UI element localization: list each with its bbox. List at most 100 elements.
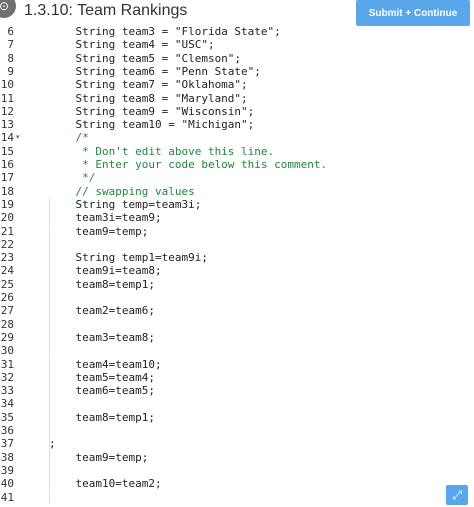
code-line[interactable]: 32 team5=team4; bbox=[0, 370, 474, 385]
code-text[interactable]: String team10 = "Michigan"; bbox=[49, 118, 254, 131]
code-line[interactable]: 7 String team4 = "USC"; bbox=[0, 38, 474, 51]
indent-guide bbox=[49, 344, 50, 358]
code-text[interactable]: team10=team2; bbox=[49, 477, 161, 490]
code-line[interactable]: 38 team9=temp; bbox=[0, 450, 474, 464]
code-line[interactable]: 23 String temp1=team9i; bbox=[0, 251, 474, 265]
fold-toggle-icon[interactable]: ▾ bbox=[16, 131, 20, 144]
title-bar: ⊙ 1.3.10: Team Rankings Submit + Continu… bbox=[0, 0, 474, 26]
code-line[interactable]: 8 String team5 = "Clemson"; bbox=[0, 52, 474, 65]
indent-guide bbox=[49, 490, 50, 504]
code-text[interactable]: team8=temp1; bbox=[49, 411, 154, 424]
code-text[interactable]: team2=team6; bbox=[49, 304, 154, 317]
line-number: 16 bbox=[0, 158, 14, 171]
line-number: 32 bbox=[0, 370, 14, 384]
code-line[interactable]: 33 team6=team5; bbox=[0, 384, 474, 398]
code-text[interactable]: String team6 = "Penn State"; bbox=[49, 65, 260, 78]
code-text[interactable]: * Don't edit above this line. bbox=[49, 145, 274, 158]
code-line[interactable]: 16 * Enter your code below this comment. bbox=[0, 158, 474, 171]
line-number: 37 bbox=[0, 437, 14, 451]
code-line[interactable]: 21 team9=temp; bbox=[0, 224, 474, 238]
code-text[interactable]: */ bbox=[49, 171, 95, 184]
line-number: 31 bbox=[0, 357, 14, 371]
code-text[interactable]: team9=temp; bbox=[49, 451, 148, 464]
code-line[interactable]: 9 String team6 = "Penn State"; bbox=[0, 65, 474, 78]
line-number: 6 bbox=[7, 26, 14, 38]
code-line[interactable]: 36 bbox=[0, 424, 474, 438]
code-line[interactable]: 13 String team10 = "Michigan"; bbox=[0, 118, 474, 131]
code-text[interactable]: team6=team5; bbox=[49, 384, 154, 397]
code-line[interactable]: 10 String team7 = "Oklahoma"; bbox=[0, 78, 474, 91]
code-text[interactable]: team8=temp1; bbox=[49, 278, 154, 291]
line-number: 35 bbox=[0, 410, 14, 424]
indent-guide bbox=[49, 424, 50, 438]
code-line[interactable]: 25 team8=temp1; bbox=[0, 277, 474, 291]
code-line[interactable]: 34 bbox=[0, 397, 474, 411]
line-number: 13 bbox=[0, 118, 14, 132]
code-text[interactable]: team3i=team9; bbox=[49, 211, 161, 224]
line-number: 22 bbox=[0, 237, 14, 251]
indent-guide bbox=[49, 463, 50, 478]
code-line[interactable]: 6 String team3 = "Florida State"; bbox=[0, 26, 474, 38]
code-text[interactable]: String team4 = "USC"; bbox=[49, 38, 214, 51]
code-line[interactable]: 27 team2=team6; bbox=[0, 304, 474, 318]
code-text[interactable]: team9=temp; bbox=[49, 225, 148, 238]
code-line[interactable]: 29 team3=team8; bbox=[0, 330, 474, 345]
code-text[interactable]: ; bbox=[49, 437, 56, 450]
line-number: 15 bbox=[0, 144, 14, 158]
line-number: 39 bbox=[0, 463, 14, 477]
expand-editor-icon[interactable]: ⤢ bbox=[446, 485, 468, 505]
code-text[interactable]: team9i=team8; bbox=[49, 264, 161, 277]
code-text[interactable]: team5=team4; bbox=[49, 371, 154, 384]
code-line[interactable]: 15 * Don't edit above this line. bbox=[0, 145, 474, 158]
code-text[interactable]: String team7 = "Oklahoma"; bbox=[49, 78, 247, 91]
code-line[interactable]: 14 ▾ /* bbox=[0, 131, 474, 144]
line-number: 25 bbox=[0, 277, 14, 291]
code-line[interactable]: 28 bbox=[0, 317, 474, 331]
code-text[interactable]: String team3 = "Florida State"; bbox=[49, 26, 280, 38]
code-line[interactable]: 17 */ bbox=[0, 171, 474, 184]
line-number: 36 bbox=[0, 424, 14, 437]
code-text[interactable]: /* bbox=[49, 131, 88, 144]
course-logo-icon: ⊙ bbox=[0, 0, 16, 18]
line-number: 33 bbox=[0, 384, 14, 398]
code-line[interactable]: 24 team9i=team8; bbox=[0, 264, 474, 278]
code-editor[interactable]: 6 String team3 = "Florida State"; 7 Strin… bbox=[0, 26, 474, 507]
code-line[interactable]: 30 bbox=[0, 344, 474, 358]
line-number: 7 bbox=[7, 38, 14, 52]
line-number: 27 bbox=[0, 304, 14, 318]
line-number: 34 bbox=[0, 397, 14, 411]
code-text[interactable]: String temp=team3i; bbox=[49, 198, 201, 211]
code-line[interactable]: 39 bbox=[0, 463, 474, 478]
line-number: 19 bbox=[0, 197, 14, 211]
line-number: 29 bbox=[0, 330, 14, 344]
code-line[interactable]: 11 String team8 = "Maryland"; bbox=[0, 92, 474, 105]
code-line[interactable]: 19 String temp=team3i; bbox=[0, 197, 474, 212]
line-number: 23 bbox=[0, 251, 14, 265]
code-line[interactable]: 37; bbox=[0, 437, 474, 451]
code-text[interactable]: // swapping values bbox=[49, 185, 194, 198]
code-line[interactable]: 20 team3i=team9; bbox=[0, 211, 474, 225]
code-text[interactable]: team3=team8; bbox=[49, 331, 154, 344]
code-line[interactable]: 35 team8=temp1; bbox=[0, 410, 474, 424]
line-number: 24 bbox=[0, 264, 14, 278]
code-line[interactable]: 18 // swapping values bbox=[0, 185, 474, 198]
line-number: 17 bbox=[0, 171, 14, 185]
code-text[interactable]: team4=team10; bbox=[49, 358, 161, 371]
code-text[interactable]: String team5 = "Clemson"; bbox=[49, 52, 241, 65]
indent-guide bbox=[49, 317, 50, 331]
line-number: 10 bbox=[0, 78, 14, 92]
submit-continue-button[interactable]: Submit + Continue bbox=[356, 0, 470, 26]
indent-guide bbox=[49, 291, 50, 305]
code-text[interactable]: String team8 = "Maryland"; bbox=[49, 92, 247, 105]
code-text[interactable]: String team9 = "Wisconsin"; bbox=[49, 105, 254, 118]
line-number: 38 bbox=[0, 450, 14, 464]
code-line[interactable]: 12 String team9 = "Wisconsin"; bbox=[0, 105, 474, 118]
code-line[interactable]: 22 bbox=[0, 237, 474, 252]
code-line[interactable]: 40 team10=team2; bbox=[0, 477, 474, 491]
code-line[interactable]: 31 team4=team10; bbox=[0, 357, 474, 371]
line-number: 30 bbox=[0, 344, 14, 358]
code-text[interactable]: String temp1=team9i; bbox=[49, 251, 207, 264]
code-line[interactable]: 26 bbox=[0, 291, 474, 305]
code-text[interactable]: * Enter your code below this comment. bbox=[49, 158, 327, 171]
code-line[interactable]: 41 bbox=[0, 490, 474, 504]
